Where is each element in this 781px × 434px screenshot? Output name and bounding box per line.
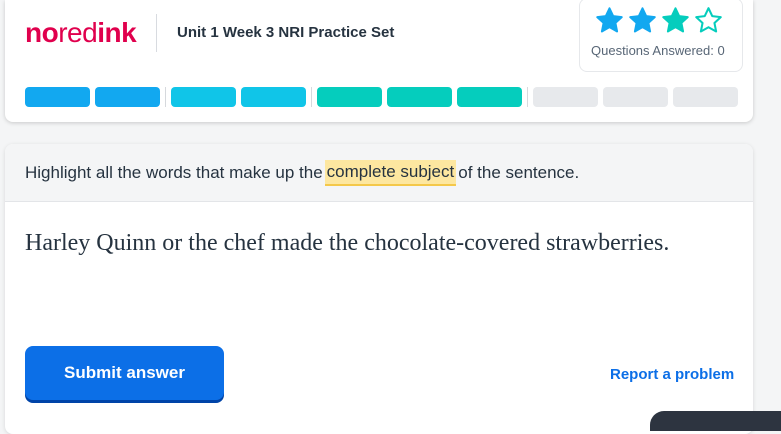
star-filled-icon bbox=[662, 7, 689, 33]
star-filled-icon bbox=[629, 7, 656, 33]
header-divider bbox=[156, 14, 157, 52]
progress-group-divider bbox=[311, 87, 312, 107]
questions-answered-label: Questions Answered: 0 bbox=[591, 43, 725, 58]
practice-set-title: Unit 1 Week 3 NRI Practice Set bbox=[177, 24, 395, 41]
progress-segment-complete bbox=[25, 87, 90, 107]
logo-part-red: red bbox=[58, 17, 98, 48]
star-filled-icon bbox=[596, 7, 623, 33]
logo-part-ink: ink bbox=[97, 17, 137, 48]
progress-segment-pending bbox=[533, 87, 598, 107]
stars-panel: Questions Answered: 0 bbox=[579, 0, 743, 72]
progress-segment-complete bbox=[387, 87, 452, 107]
question-card: Highlight all the words that make up the… bbox=[5, 144, 753, 434]
progress-segment-pending bbox=[673, 87, 738, 107]
corner-widget[interactable] bbox=[650, 411, 781, 431]
progress-segment-complete bbox=[457, 87, 522, 107]
question-prompt: Highlight all the words that make up the… bbox=[5, 144, 753, 202]
practice-header: noredink Unit 1 Week 3 NRI Practice Set … bbox=[5, 0, 753, 122]
star-rating bbox=[594, 5, 724, 36]
highlightable-sentence[interactable]: Harley Quinn or the chef made the chocol… bbox=[25, 222, 725, 264]
instruction-text: Highlight all the words that make up the bbox=[25, 162, 323, 182]
instruction-highlight: complete subject bbox=[324, 159, 457, 186]
instruction-text-end: of the sentence. bbox=[458, 162, 580, 182]
progress-segment-complete bbox=[171, 87, 236, 107]
submit-answer-button[interactable]: Submit answer bbox=[25, 346, 224, 400]
progress-segment-complete bbox=[241, 87, 306, 107]
star-outline-icon bbox=[695, 7, 722, 33]
progress-segment-pending bbox=[603, 87, 668, 107]
noredink-logo[interactable]: noredink bbox=[25, 16, 137, 50]
progress-segment-complete bbox=[95, 87, 160, 107]
logo-part-no: no bbox=[25, 17, 59, 48]
report-problem-link[interactable]: Report a problem bbox=[610, 366, 734, 383]
progress-bar bbox=[25, 87, 743, 107]
progress-group-divider bbox=[165, 87, 166, 107]
progress-segment-complete bbox=[317, 87, 382, 107]
progress-group-divider bbox=[527, 87, 528, 107]
